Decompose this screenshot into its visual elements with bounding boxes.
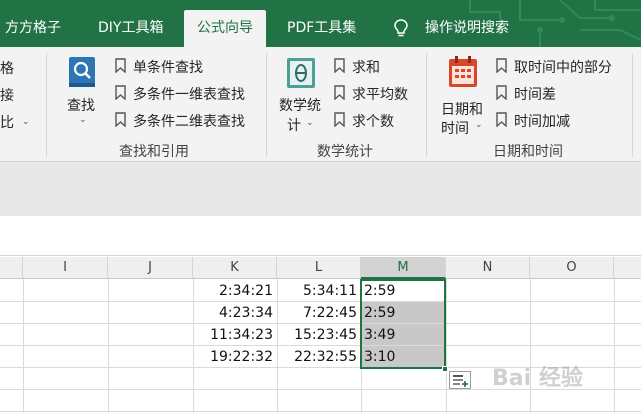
math-stats-label-line2: 计 — [287, 118, 301, 134]
column-header-partial[interactable] — [0, 257, 23, 279]
bookmark-icon — [334, 85, 345, 100]
count-label: 求个数 — [352, 114, 394, 130]
bookmark-icon — [496, 58, 507, 73]
cell-l1[interactable]: 5:34:11 — [277, 280, 361, 302]
stats-group-label: 数学统计 — [317, 144, 373, 160]
tab-pdf-tools[interactable]: PDF工具集 — [287, 10, 356, 47]
cell-k3[interactable]: 11:34:23 — [193, 324, 277, 346]
quick-analysis-button[interactable] — [449, 371, 471, 389]
cell-l4[interactable]: 22:32:55 — [277, 346, 361, 368]
cell-l2[interactable]: 7:22:45 — [277, 302, 361, 324]
chevron-down-icon: ⌄ — [79, 115, 87, 125]
ribbon-panel: 格 接 比 ⌄ 查找 ⌄ 单条件查找 多条件一维表查找 多条件二维表查找 查找和… — [0, 47, 641, 162]
column-header-m[interactable]: M — [361, 257, 446, 279]
date-time-label-line2: 时间 — [441, 121, 469, 137]
cell-k4[interactable]: 19:22:32 — [193, 346, 277, 368]
ribbon-partial-item-1[interactable]: 格 — [0, 58, 14, 78]
average-label: 求平均数 — [352, 87, 408, 103]
lightbulb-icon — [394, 19, 408, 37]
group-separator — [46, 53, 47, 157]
ribbon-partial-item-3[interactable]: 比 — [0, 112, 14, 132]
bookmark-icon — [115, 58, 126, 73]
cell-k1[interactable]: 2:34:21 — [193, 280, 277, 302]
column-header-o[interactable]: O — [530, 257, 614, 279]
chevron-down-icon: ⌄ — [22, 117, 30, 127]
column-header-j[interactable]: J — [108, 257, 193, 279]
bookmark-icon — [334, 58, 345, 73]
fill-handle[interactable] — [442, 366, 448, 372]
lookup-book-icon — [69, 57, 95, 87]
bookmark-icon — [115, 112, 126, 127]
cell-k2[interactable]: 4:23:34 — [193, 302, 277, 324]
collapsed-toolbar-area — [0, 162, 641, 216]
group-separator — [426, 53, 427, 157]
ribbon-partial-item-2[interactable]: 接 — [0, 85, 14, 105]
bookmark-icon — [496, 112, 507, 127]
chevron-down-icon: ⌄ — [306, 118, 314, 128]
cell-l3[interactable]: 15:23:45 — [277, 324, 361, 346]
extract-time-part-label: 取时间中的部分 — [514, 60, 612, 76]
time-difference-label: 时间差 — [514, 87, 556, 103]
lookup-group-label: 查找和引用 — [119, 144, 189, 160]
column-header-n[interactable]: N — [446, 257, 530, 279]
lookup-button-label: 查找 — [67, 98, 95, 114]
single-condition-lookup-label: 单条件查找 — [133, 60, 203, 76]
calendar-icon — [449, 56, 477, 87]
tab-fangfang[interactable]: 方方格子 — [5, 10, 61, 47]
tab-tell-me-search[interactable]: 操作说明搜索 — [425, 10, 509, 47]
tab-diy-toolbox[interactable]: DIY工具箱 — [98, 10, 163, 47]
theta-icon — [287, 58, 315, 88]
group-separator — [632, 53, 633, 157]
selection-range-border — [360, 279, 446, 369]
multi-condition-1d-lookup-label: 多条件一维表查找 — [133, 87, 245, 103]
date-time-label-line1: 日期和 — [441, 102, 483, 118]
tab-formula-wizard[interactable]: 公式向导 — [184, 10, 266, 47]
group-separator — [266, 53, 267, 157]
quick-analysis-icon — [453, 375, 468, 387]
bookmark-icon — [334, 112, 345, 127]
column-header-l[interactable]: L — [277, 257, 361, 279]
column-header-k[interactable]: K — [193, 257, 277, 279]
column-header-partial[interactable] — [614, 257, 641, 279]
math-stats-label-line1: 数学统 — [279, 98, 321, 114]
ribbon-tab-bar: 方方格子 DIY工具箱 公式向导 PDF工具集 操作说明搜索 — [0, 0, 641, 47]
column-header-i[interactable]: I — [23, 257, 108, 279]
watermark: Bai 经验 — [492, 366, 583, 391]
bookmark-icon — [496, 85, 507, 100]
formula-bar[interactable] — [0, 216, 641, 256]
sum-label: 求和 — [352, 60, 380, 76]
chevron-down-icon: ⌄ — [475, 120, 483, 130]
multi-condition-2d-lookup-label: 多条件二维表查找 — [133, 114, 245, 130]
date-time-group-label: 日期和时间 — [493, 144, 563, 160]
time-add-subtract-label: 时间加减 — [514, 114, 570, 130]
bookmark-icon — [115, 85, 126, 100]
